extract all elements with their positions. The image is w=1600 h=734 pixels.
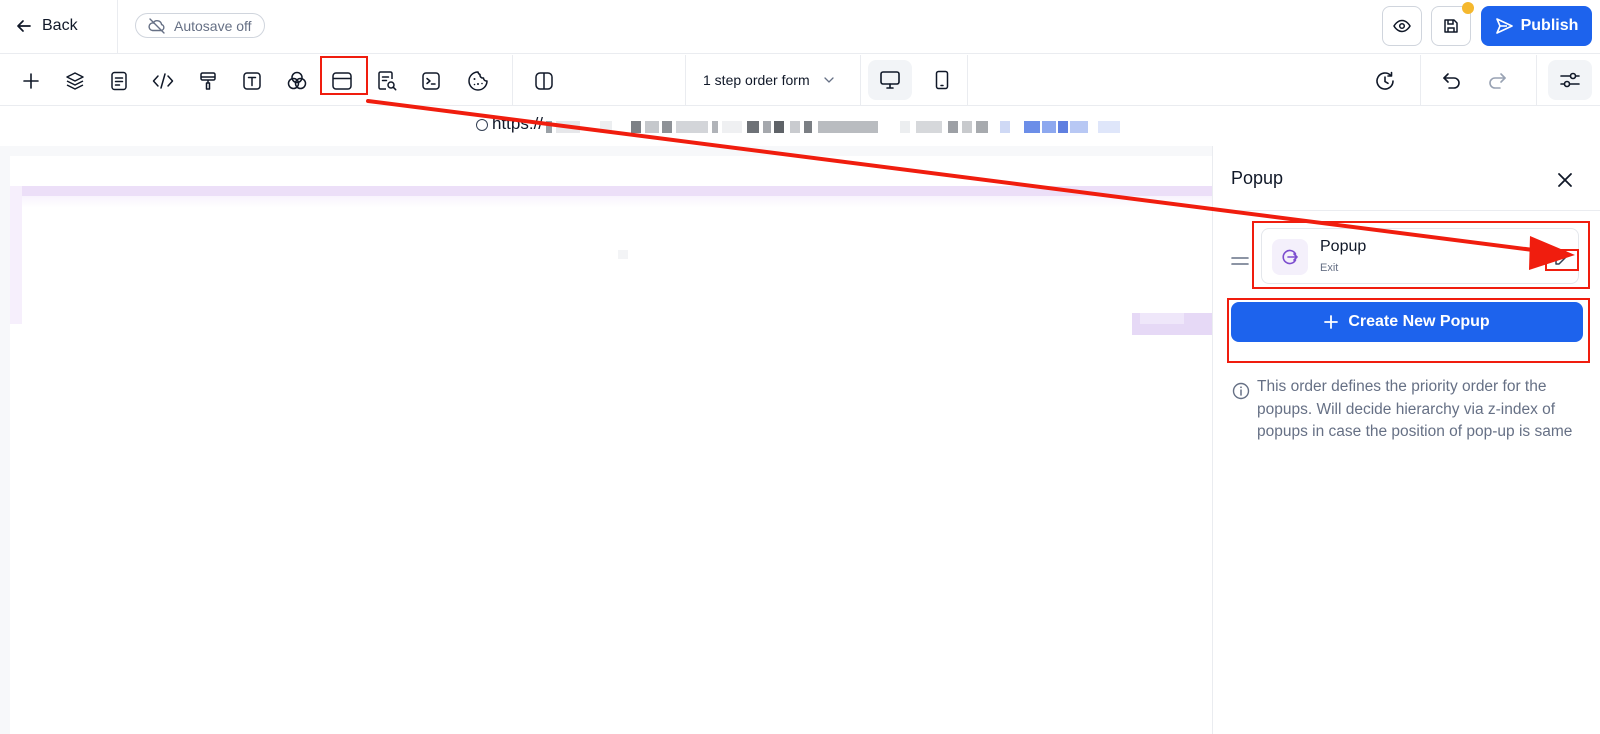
annotation-arrow	[366, 99, 1575, 270]
